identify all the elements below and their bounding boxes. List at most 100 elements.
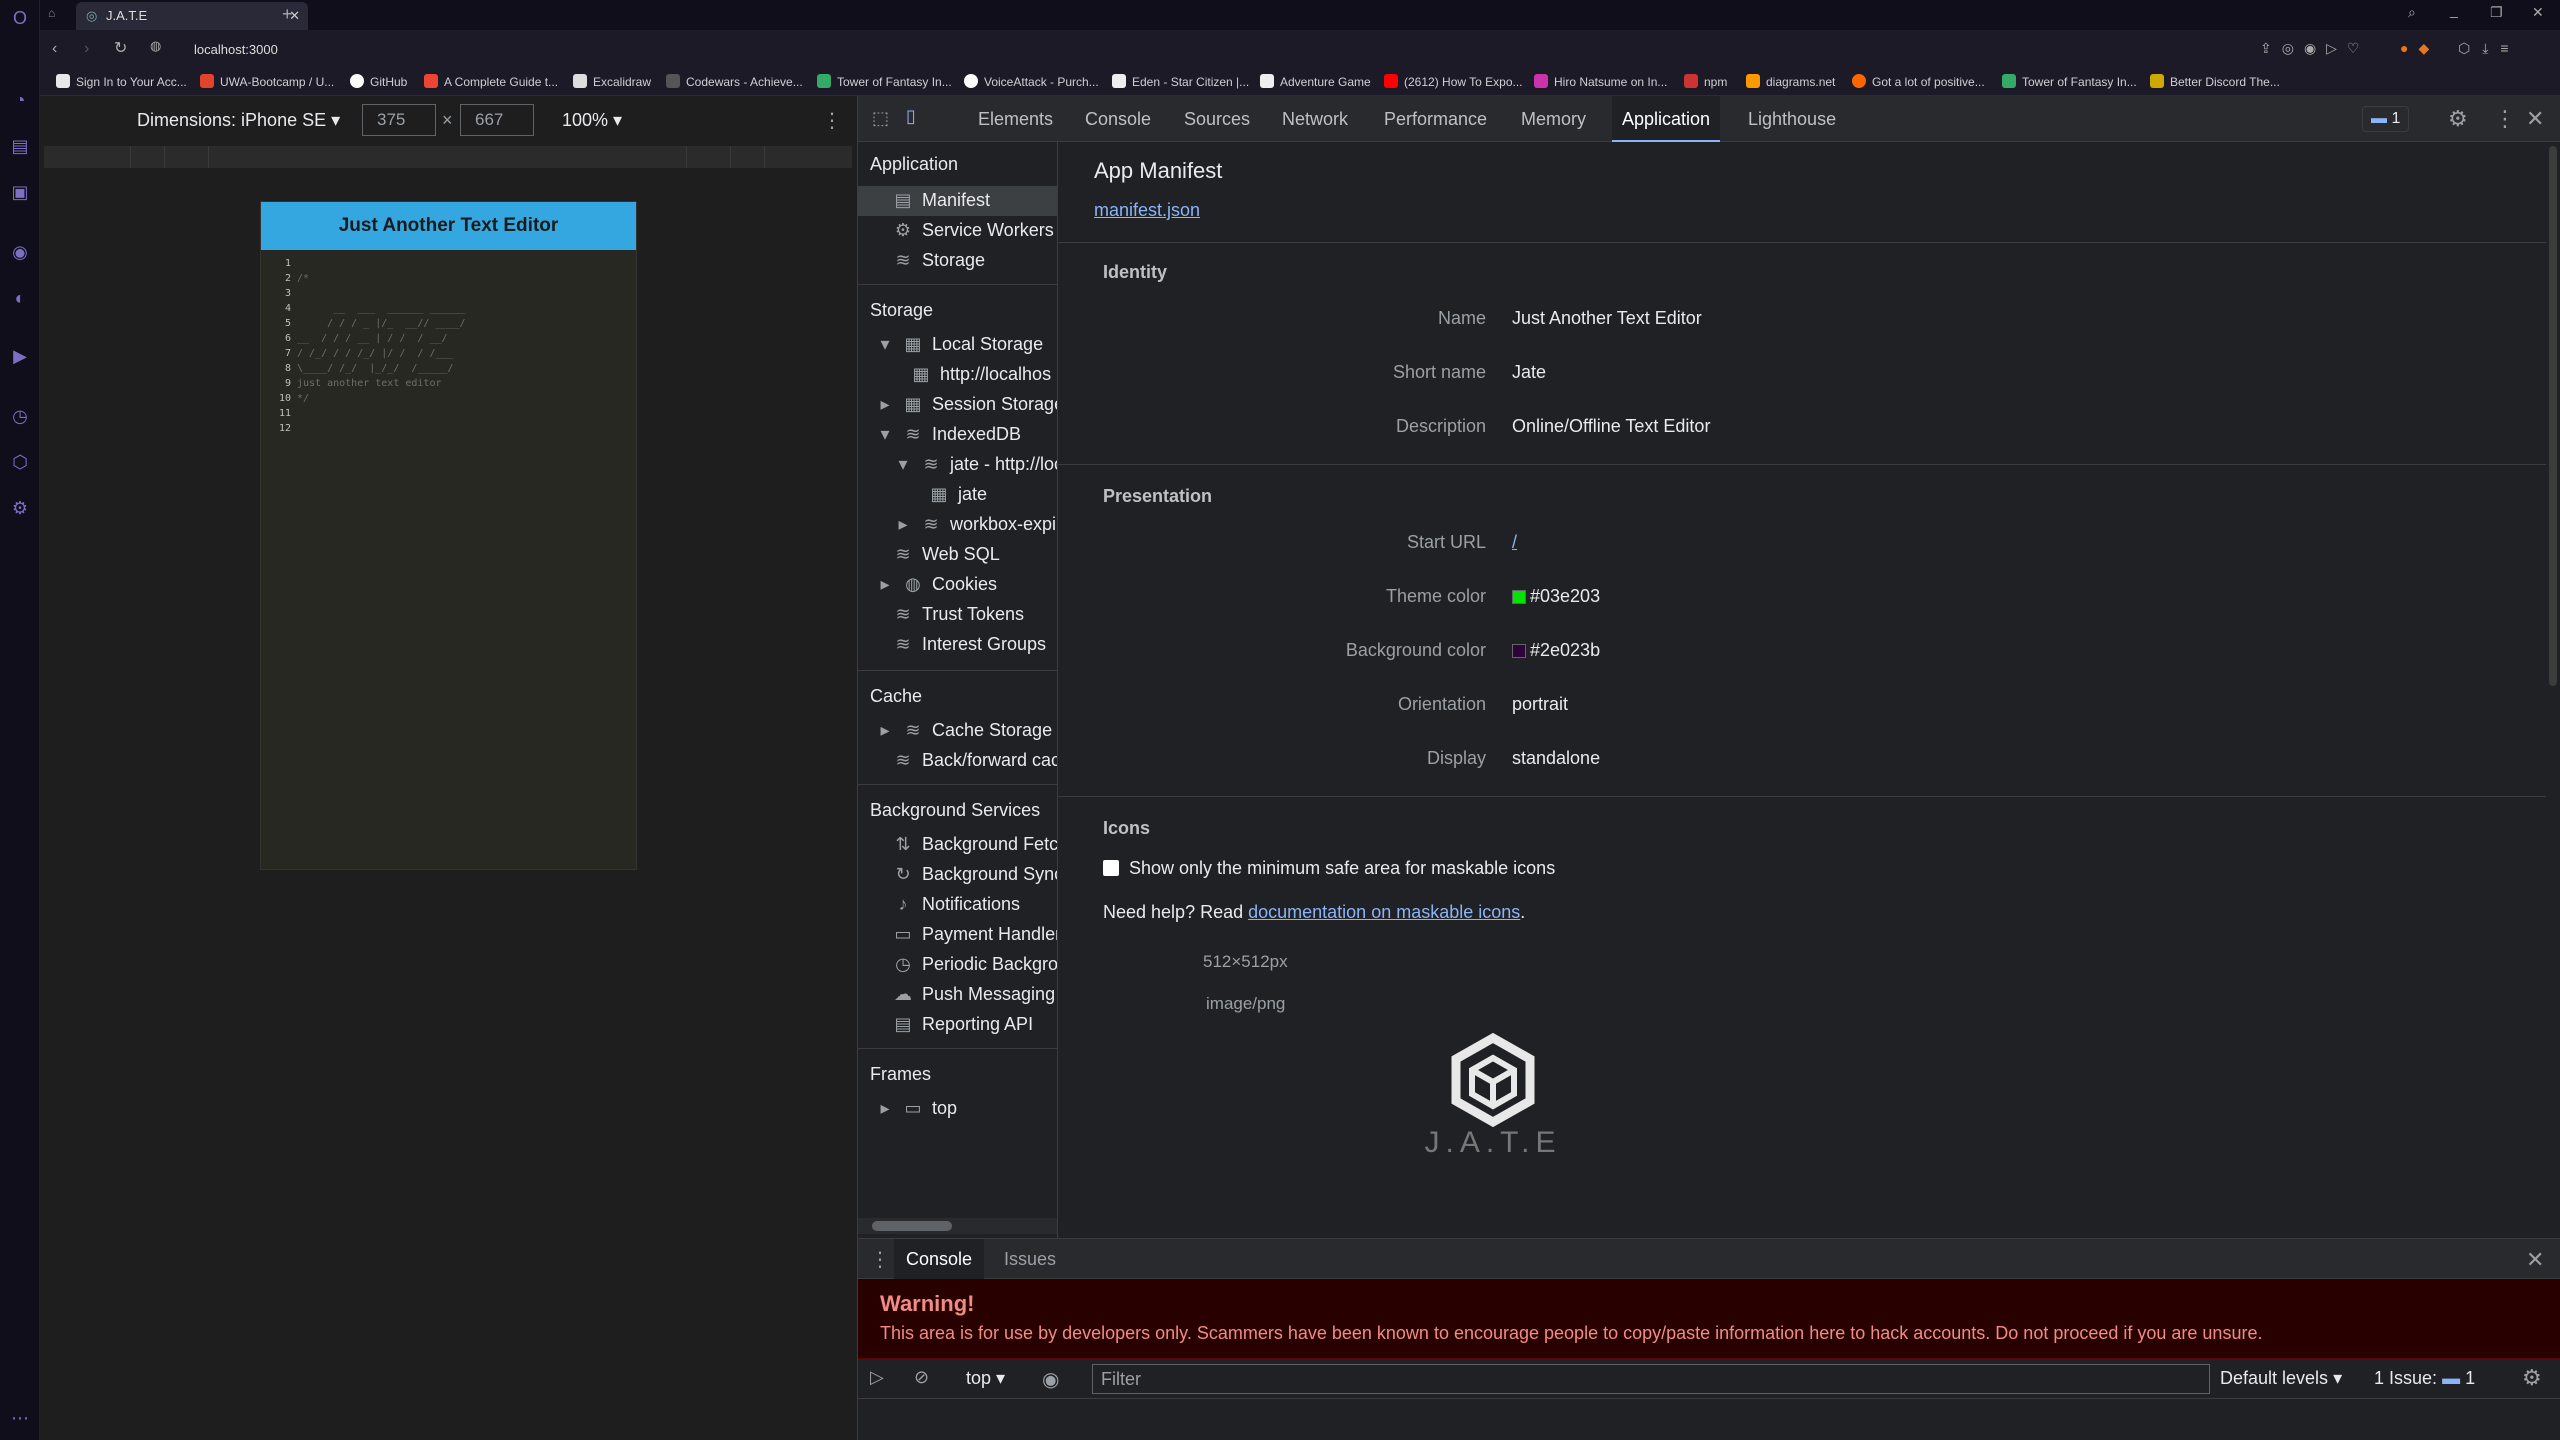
media-query-bar[interactable]	[44, 146, 852, 168]
bookmark[interactable]: Tower of Fantasy In...	[817, 74, 952, 89]
device-select[interactable]: Dimensions: iPhone SE ▾	[137, 110, 340, 131]
settings-gear-icon[interactable]: ⚙	[2448, 106, 2468, 132]
device-options-icon[interactable]: ⋮	[822, 108, 842, 133]
close-drawer-icon[interactable]: ✕	[2526, 1247, 2544, 1273]
code-editor[interactable]: 1 2 3 4 5 6 7 8 9 10 11 12 /* __ ___ ___…	[261, 250, 636, 869]
reload-icon[interactable]: ↻	[114, 38, 127, 58]
sidebar-item-periodic-sync[interactable]: ◷ Periodic Backgro	[894, 954, 1057, 975]
bookmark[interactable]: Hiro Natsume on In...	[1534, 74, 1667, 89]
opera-logo-icon[interactable]: O	[8, 6, 32, 30]
sidebar-item-push-messaging[interactable]: ☁ Push Messaging	[894, 984, 1055, 1005]
sidebar-item-indexeddb[interactable]: ▾ ≋ IndexedDB	[876, 424, 1021, 445]
bookmark[interactable]: diagrams.net	[1746, 74, 1835, 89]
log-levels-select[interactable]: Default levels ▾	[2220, 1368, 2342, 1389]
sidebar-item-reporting-api[interactable]: ▤ Reporting API	[894, 1014, 1033, 1035]
zoom-select[interactable]: 100% ▾	[562, 110, 622, 131]
tab-elements[interactable]: Elements	[968, 96, 1063, 142]
drawer-menu-icon[interactable]: ⋮	[870, 1247, 890, 1272]
forward-icon[interactable]: ›	[84, 40, 89, 58]
site-info-icon[interactable]: ◍	[150, 38, 161, 54]
minimize-icon[interactable]: _	[2450, 2, 2458, 18]
devtools-menu-icon[interactable]: ⋮	[2494, 106, 2516, 132]
tab-console[interactable]: Console	[1075, 96, 1161, 142]
sidebar-item-interest-groups[interactable]: ≋ Interest Groups	[894, 634, 1046, 655]
sidebar-item-background-sync[interactable]: ↻ Background Sync	[894, 864, 1057, 885]
settings-icon[interactable]: ⚙	[8, 496, 32, 520]
address-bar[interactable]: localhost:3000	[194, 42, 278, 57]
toolbar-icons[interactable]: ⇪◎◉▷♡	[2260, 40, 2369, 57]
live-expression-eye-icon[interactable]: ◉	[1042, 1367, 1059, 1392]
tab-sources[interactable]: Sources	[1174, 96, 1260, 142]
sidebar-item-storage[interactable]: ≋ Storage	[894, 250, 985, 271]
sidebar-item-session-storage[interactable]: ▸ ▦ Session Storage	[876, 394, 1057, 415]
new-tab-icon[interactable]: +	[282, 4, 293, 25]
player-icon[interactable]: ▶	[8, 344, 32, 368]
start-url-link[interactable]: /	[1512, 532, 1517, 553]
clear-console-icon[interactable]: ⊘	[914, 1367, 929, 1388]
sidebar-item-cookies[interactable]: ▸ ◍ Cookies	[876, 574, 997, 595]
close-window-icon[interactable]: ✕	[2532, 4, 2544, 21]
bookmark[interactable]: Better Discord The...	[2150, 74, 2280, 89]
sidebar-item-notifications[interactable]: ♪ Notifications	[894, 894, 1021, 915]
sidebar-item-local-storage[interactable]: ▾ ▦ Local Storage	[876, 334, 1043, 355]
sidebar-item-payment-handler[interactable]: ▭ Payment Handler	[894, 924, 1057, 945]
device-height-input[interactable]: 667	[460, 104, 534, 136]
sidebar-item-jate-db[interactable]: ▾ ≋ jate - http://loc	[894, 454, 1057, 475]
twitch-icon[interactable]: ▣	[8, 180, 32, 204]
tab-memory[interactable]: Memory	[1511, 96, 1596, 142]
maskable-checkbox[interactable]	[1103, 860, 1119, 876]
tab-menu-icon[interactable]: ⌂	[48, 6, 64, 22]
extensions-icon[interactable]: ⬡	[8, 450, 32, 474]
sidebar-item-frame-top[interactable]: ▸ ▭ top	[876, 1098, 957, 1119]
scrollbar-thumb[interactable]	[2549, 146, 2557, 686]
bookmark[interactable]: Got a lot of positive...	[1852, 74, 1985, 89]
device-toolbar-toggle-icon[interactable]: ▯	[906, 106, 916, 127]
sidebar-item-manifest[interactable]: ▤ Manifest	[894, 190, 990, 211]
scrollbar-thumb[interactable]	[872, 1221, 952, 1231]
sidebar-toggle-icon[interactable]: ▷	[870, 1367, 884, 1388]
search-tabs-icon[interactable]: ⌕	[2408, 4, 2416, 21]
tab-jate[interactable]: ◎ J.A.T.E ✕	[76, 2, 308, 30]
issues-counter[interactable]: 1 Issue: ▬ 1	[2374, 1368, 2475, 1389]
restore-icon[interactable]: ❐	[2490, 4, 2503, 21]
extensions-toolbar-icons[interactable]: ●◆	[2400, 40, 2439, 57]
sidebar-item-cache-storage[interactable]: ▸ ≋ Cache Storage	[876, 720, 1052, 741]
context-select[interactable]: top ▾	[966, 1368, 1005, 1389]
history-icon[interactable]: ◷	[8, 404, 32, 428]
sidebar-item-localhost[interactable]: ▦ http://localhos	[912, 364, 1051, 385]
sidebar-item-jate-store[interactable]: ▦ jate	[930, 484, 987, 505]
sidebar-item-service-workers[interactable]: ⚙ Service Workers	[894, 220, 1054, 241]
device-width-input[interactable]: 375	[362, 104, 436, 136]
console-settings-icon[interactable]: ⚙	[2522, 1365, 2542, 1391]
back-icon[interactable]: ‹	[52, 40, 57, 58]
tab-application[interactable]: Application	[1612, 96, 1721, 142]
tab-network[interactable]: Network	[1272, 96, 1358, 142]
maskable-docs-link[interactable]: documentation on maskable icons	[1248, 902, 1520, 922]
sidebar-horizontal-scrollbar[interactable]	[858, 1218, 1057, 1234]
bookmark[interactable]: Eden - Star Citizen |...	[1112, 74, 1249, 89]
more-icon[interactable]: ⋯	[8, 1406, 32, 1430]
drawer-tab-console[interactable]: Console	[894, 1239, 985, 1279]
bookmark[interactable]: GitHub	[350, 74, 407, 89]
bookmark[interactable]: Adventure Game	[1260, 74, 1371, 89]
bookmark[interactable]: Tower of Fantasy In...	[2002, 74, 2137, 89]
sidebar-item-bfcache[interactable]: ≋ Back/forward cac	[894, 750, 1057, 771]
inspect-element-icon[interactable]: ⬚	[872, 108, 889, 129]
bookmark[interactable]: UWA-Bootcamp / U...	[200, 74, 334, 89]
sidebar-item-workbox[interactable]: ▸ ≋ workbox-expir	[894, 514, 1057, 535]
messenger-icon[interactable]: ◉	[8, 240, 32, 264]
bookmark[interactable]: Codewars - Achieve...	[666, 74, 803, 89]
manifest-link[interactable]: manifest.json	[1094, 200, 1200, 221]
bookmark[interactable]: VoiceAttack - Purch...	[964, 74, 1099, 89]
tab-lighthouse[interactable]: Lighthouse	[1738, 96, 1846, 142]
bookmark[interactable]: npm	[1684, 74, 1727, 89]
speed-dial-icon[interactable]: ◔	[8, 88, 32, 112]
bookmark[interactable]: (2612) How To Expo...	[1384, 74, 1523, 89]
bookmark[interactable]: Sign In to Your Acc...	[56, 74, 187, 89]
browser-menu-icons[interactable]: ⬡⤓≡	[2458, 40, 2521, 57]
close-devtools-icon[interactable]: ✕	[2526, 106, 2544, 132]
issues-badge[interactable]: ▬ 1	[2362, 106, 2410, 132]
bookmark[interactable]: A Complete Guide t...	[424, 74, 558, 89]
tab-performance[interactable]: Performance	[1374, 96, 1497, 142]
main-vertical-scrollbar[interactable]	[2546, 142, 2560, 1238]
